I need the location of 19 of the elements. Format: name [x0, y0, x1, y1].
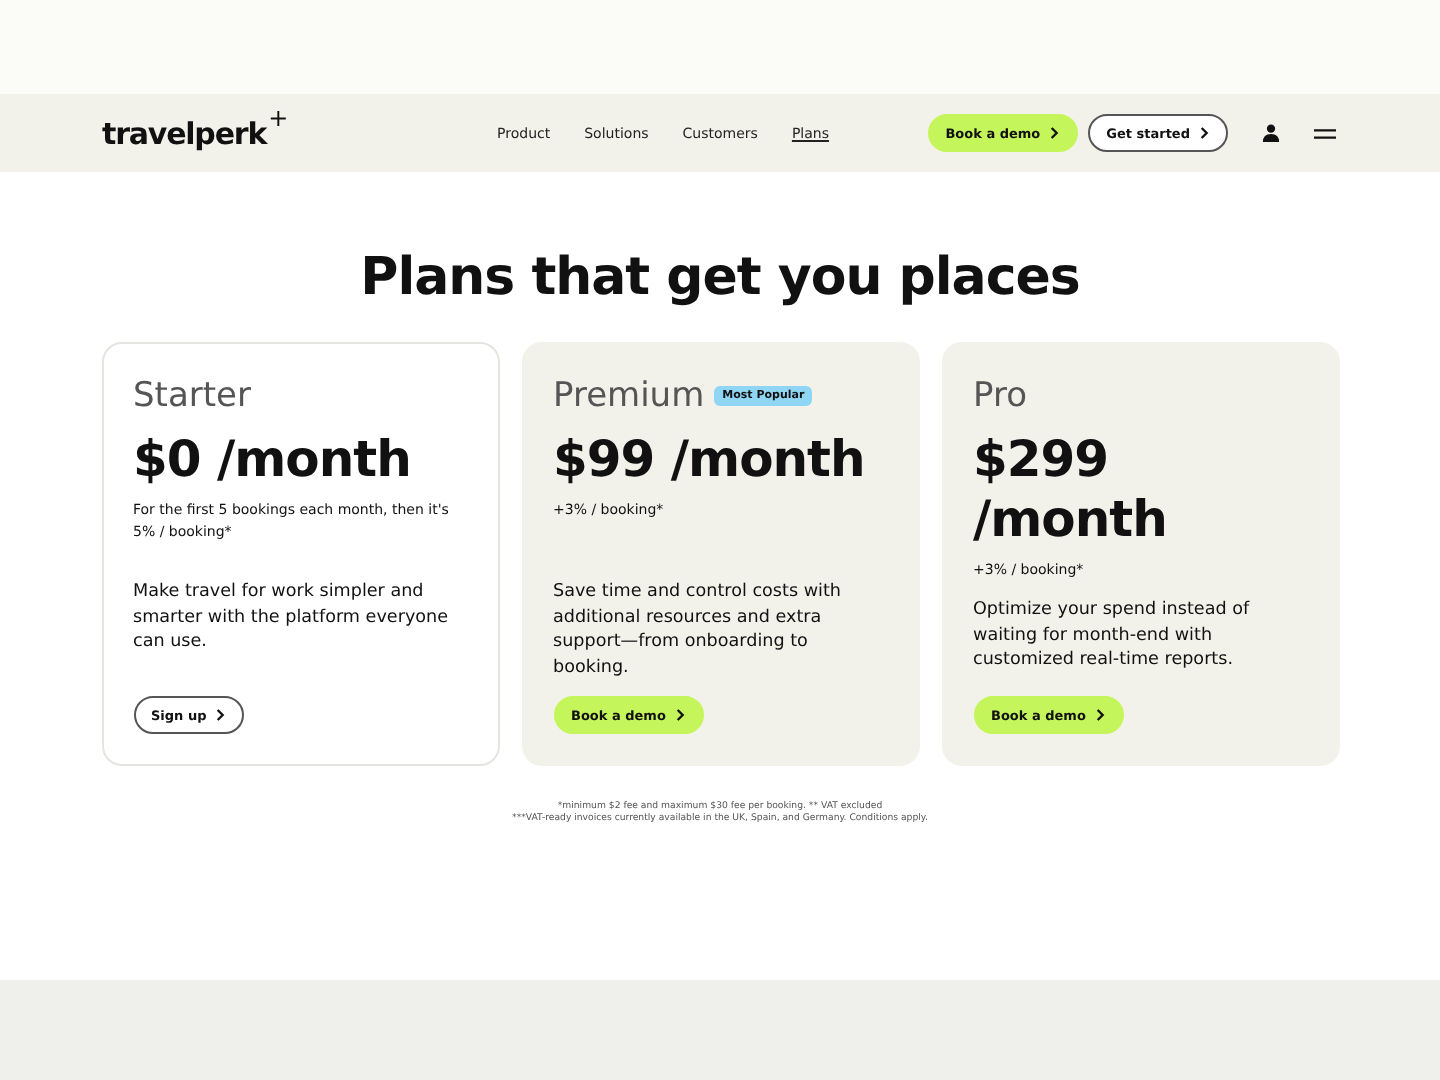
chevron-icon: [1050, 126, 1061, 140]
logo-plus-mark: +: [268, 103, 289, 131]
chevron-icon: [216, 708, 227, 722]
plan-description: Make travel for work simpler and smarter with the platform everyone can use.: [133, 580, 451, 656]
plan-name: Premium: [553, 376, 705, 416]
plan-price: $0 /month: [133, 430, 413, 490]
chevron-icon: [675, 708, 686, 722]
plan-description: Save time and control costs with additional resources and extra support—from onboarding to booking.: [553, 580, 843, 681]
logo[interactable]: travelperk: [102, 115, 267, 151]
chevron-icon: [1095, 708, 1106, 722]
user-icon[interactable]: [1262, 124, 1280, 142]
chevron-icon: [1200, 126, 1210, 140]
plan-description: Optimize your spend instead of waiting for month-end with customized real-time reports.: [973, 598, 1252, 674]
plan-name: Pro: [973, 376, 1027, 416]
menu-icon[interactable]: [1314, 127, 1336, 139]
page-title: Plans that get you places: [360, 248, 1080, 308]
plan-name: Starter: [133, 376, 251, 416]
plan-price: $99 /month: [553, 430, 867, 490]
plan-price: $299 /month: [973, 430, 1169, 550]
